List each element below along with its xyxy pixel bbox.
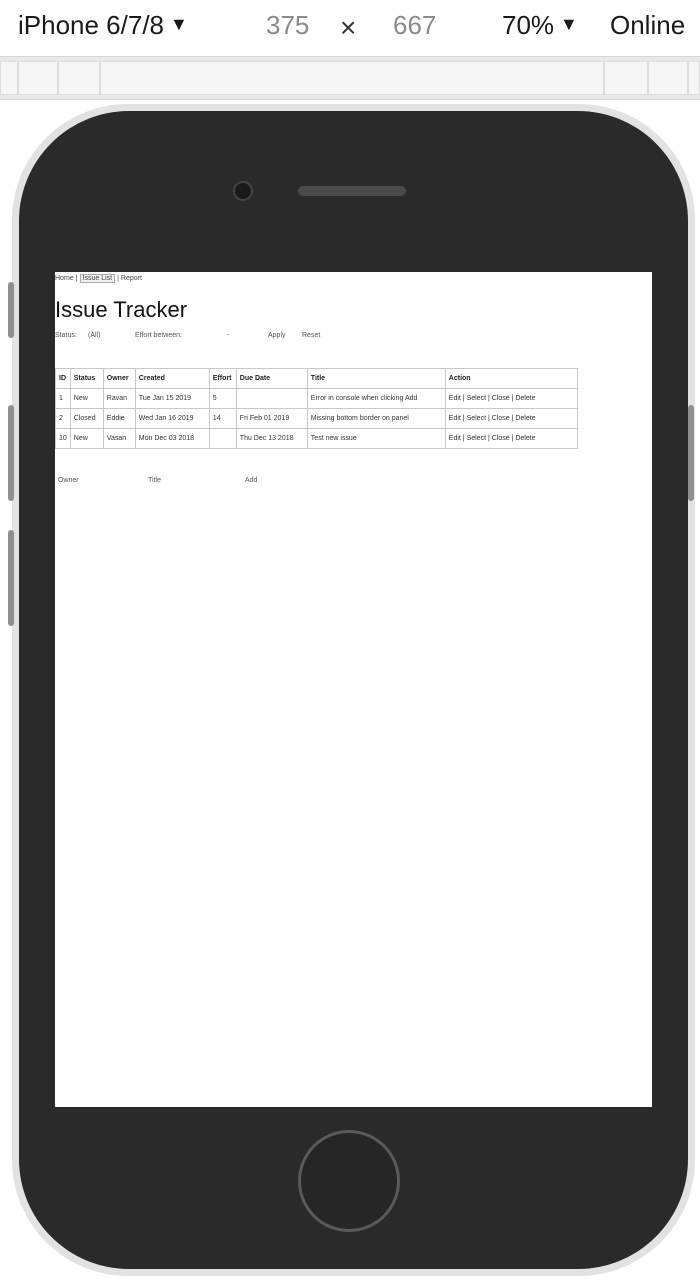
status-filter-select[interactable]: (All)	[88, 332, 100, 339]
cell-due-date	[235, 388, 308, 409]
effort-min-input[interactable]	[195, 332, 225, 341]
reset-button[interactable]: Reset	[302, 332, 320, 339]
column-header-effort: Effort	[208, 368, 237, 389]
effort-filter-label: Effort between:	[135, 332, 182, 339]
cell-owner: Vasan	[102, 428, 136, 449]
cell-due-date: Fri Feb 01 2019	[235, 408, 308, 429]
emulated-screen: Home | Issue List | Report Issue Tracker Sta…	[55, 272, 652, 1107]
column-header-due-date: Due Date	[235, 368, 308, 389]
nav-separator: |	[75, 275, 78, 282]
cell-created: Tue Jan 15 2019	[134, 388, 210, 409]
dimension-separator: ×	[340, 12, 357, 43]
media-query-segment[interactable]	[604, 61, 648, 95]
nav-link-report[interactable]: Report	[121, 275, 142, 282]
volume-down-button	[8, 530, 14, 626]
camera-icon	[233, 181, 253, 201]
cell-created: Wed Jan 16 2019	[134, 408, 210, 429]
effort-range-dash: -	[227, 332, 230, 339]
device-select[interactable]: iPhone 6/7/8 ▼	[18, 10, 188, 41]
column-header-owner: Owner	[102, 368, 136, 389]
media-query-segment[interactable]	[648, 61, 688, 95]
page-title: Issue Tracker	[55, 297, 188, 322]
cell-actions[interactable]: Edit | Select | Close | Delete	[444, 408, 578, 429]
nav-separator: |	[117, 275, 119, 282]
mute-switch	[8, 282, 14, 338]
chevron-down-icon: ▼	[170, 14, 188, 34]
owner-input[interactable]: Owner	[58, 477, 79, 484]
column-header-created: Created	[134, 368, 210, 389]
cell-status: New	[69, 428, 104, 449]
chevron-down-icon: ▼	[560, 14, 578, 34]
cell-title: Error in console when clicking Add	[306, 388, 446, 409]
effort-max-input[interactable]	[235, 332, 265, 341]
nav-link-home[interactable]: Home	[55, 275, 74, 282]
media-query-segment[interactable]	[100, 61, 604, 95]
cell-actions[interactable]: Edit | Select | Close | Delete	[444, 428, 578, 449]
network-select-label: Online	[610, 10, 686, 40]
speaker-grille	[298, 186, 406, 196]
media-query-bar[interactable]	[0, 57, 700, 100]
cell-actions[interactable]: Edit | Select | Close | Delete	[444, 388, 578, 409]
column-header-title: Title	[306, 368, 446, 389]
volume-up-button	[8, 405, 14, 501]
cell-due-date: Thu Dec 13 2018	[235, 428, 308, 449]
network-throttle-select[interactable]: Online	[610, 10, 685, 41]
media-query-segment[interactable]	[688, 61, 700, 95]
cell-owner: Eddie	[102, 408, 136, 429]
cell-id: 1	[55, 388, 71, 409]
table-row[interactable]: 1 New Ravan Tue Jan 15 2019 5 Error in c…	[55, 388, 578, 409]
column-header-id: ID	[55, 368, 71, 389]
height-input[interactable]: 667	[393, 10, 436, 41]
home-button[interactable]	[298, 1130, 400, 1232]
table-header-row: ID Status Owner Created Effort Due Date …	[55, 368, 578, 389]
media-query-segment[interactable]	[58, 61, 100, 95]
cell-title: Missing bottom border on panel	[306, 408, 446, 429]
device-select-label: iPhone 6/7/8	[18, 10, 165, 40]
add-button[interactable]: Add	[245, 477, 257, 484]
nav-link-issue-list[interactable]: Issue List	[79, 274, 116, 283]
cell-effort	[208, 428, 237, 449]
status-filter-label: Status:	[55, 332, 77, 339]
apply-button[interactable]: Apply	[268, 332, 286, 339]
width-input[interactable]: 375	[266, 10, 309, 41]
cell-title: Test new issue	[306, 428, 446, 449]
cell-effort: 14	[208, 408, 237, 429]
cell-created: Mon Dec 03 2018	[134, 428, 210, 449]
power-button	[688, 405, 694, 501]
issue-table: ID Status Owner Created Effort Due Date …	[55, 368, 578, 449]
cell-owner: Ravan	[102, 388, 136, 409]
media-query-segment[interactable]	[0, 61, 18, 95]
title-input[interactable]: Title	[148, 477, 161, 484]
media-query-segment[interactable]	[18, 61, 58, 95]
cell-effort: 5	[208, 388, 237, 409]
cell-status: Closed	[69, 408, 104, 429]
top-nav: Home | Issue List | Report	[55, 274, 142, 283]
table-row[interactable]: 2 Closed Eddie Wed Jan 16 2019 14 Fri Fe…	[55, 408, 578, 429]
column-header-status: Status	[69, 368, 104, 389]
cell-id: 10	[55, 428, 71, 449]
zoom-select-label: 70%	[502, 10, 555, 40]
device-toolbar: iPhone 6/7/8 ▼ 375 × 667 70% ▼ Online	[0, 0, 700, 57]
column-header-action: Action	[444, 368, 578, 389]
cell-id: 2	[55, 408, 71, 429]
zoom-select[interactable]: 70% ▼	[502, 10, 578, 41]
cell-status: New	[69, 388, 104, 409]
table-row[interactable]: 10 New Vasan Mon Dec 03 2018 Thu Dec 13 …	[55, 428, 578, 449]
